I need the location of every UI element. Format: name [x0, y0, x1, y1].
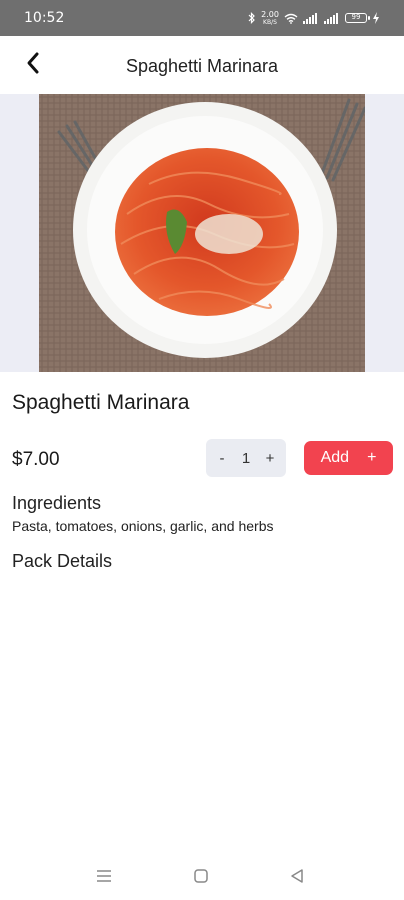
increment-button[interactable]: + — [262, 450, 278, 467]
status-bar: 10:52 2.00 KB/S 99 — [0, 0, 404, 36]
status-icons: 2.00 KB/S 99 — [248, 9, 380, 27]
menu-icon[interactable] — [93, 866, 115, 886]
decrement-button[interactable]: - — [214, 450, 230, 467]
network-speed-unit: KB/S — [263, 18, 277, 26]
page-title: Spaghetti Marinara — [125, 56, 279, 76]
quantity-value: 1 — [241, 449, 251, 467]
add-plus-icon: + — [367, 449, 377, 466]
ingredients-title: Ingredients — [12, 493, 102, 513]
product-name: Spaghetti Marinara — [12, 391, 190, 414]
signal-icon — [303, 12, 319, 24]
triangle-back-icon[interactable] — [286, 866, 308, 886]
wifi-icon — [284, 13, 298, 24]
product-image — [39, 94, 365, 372]
battery-level: 99 — [351, 13, 361, 21]
bluetooth-icon — [248, 12, 256, 24]
product-price: $7.00 — [12, 449, 60, 470]
hero-section — [0, 94, 404, 372]
system-nav-bar — [0, 852, 404, 900]
pack-details-title: Pack Details — [12, 551, 113, 571]
network-speed-value: 2.00 — [261, 9, 279, 19]
network-speed: 2.00 KB/S — [261, 9, 279, 26]
signal-icon-2 — [324, 12, 340, 24]
add-button-label: Add — [320, 449, 350, 466]
status-time: 10:52 — [24, 10, 65, 26]
square-home-icon[interactable] — [190, 866, 212, 886]
app-header: Spaghetti Marinara — [0, 36, 404, 94]
add-to-cart-button[interactable]: Add + — [304, 441, 393, 475]
lightning-icon — [372, 12, 380, 24]
ingredients-text: Pasta, tomatoes, onions, garlic, and her… — [12, 518, 274, 534]
quantity-stepper: - 1 + — [206, 439, 286, 477]
battery-icon: 99 — [345, 13, 370, 23]
